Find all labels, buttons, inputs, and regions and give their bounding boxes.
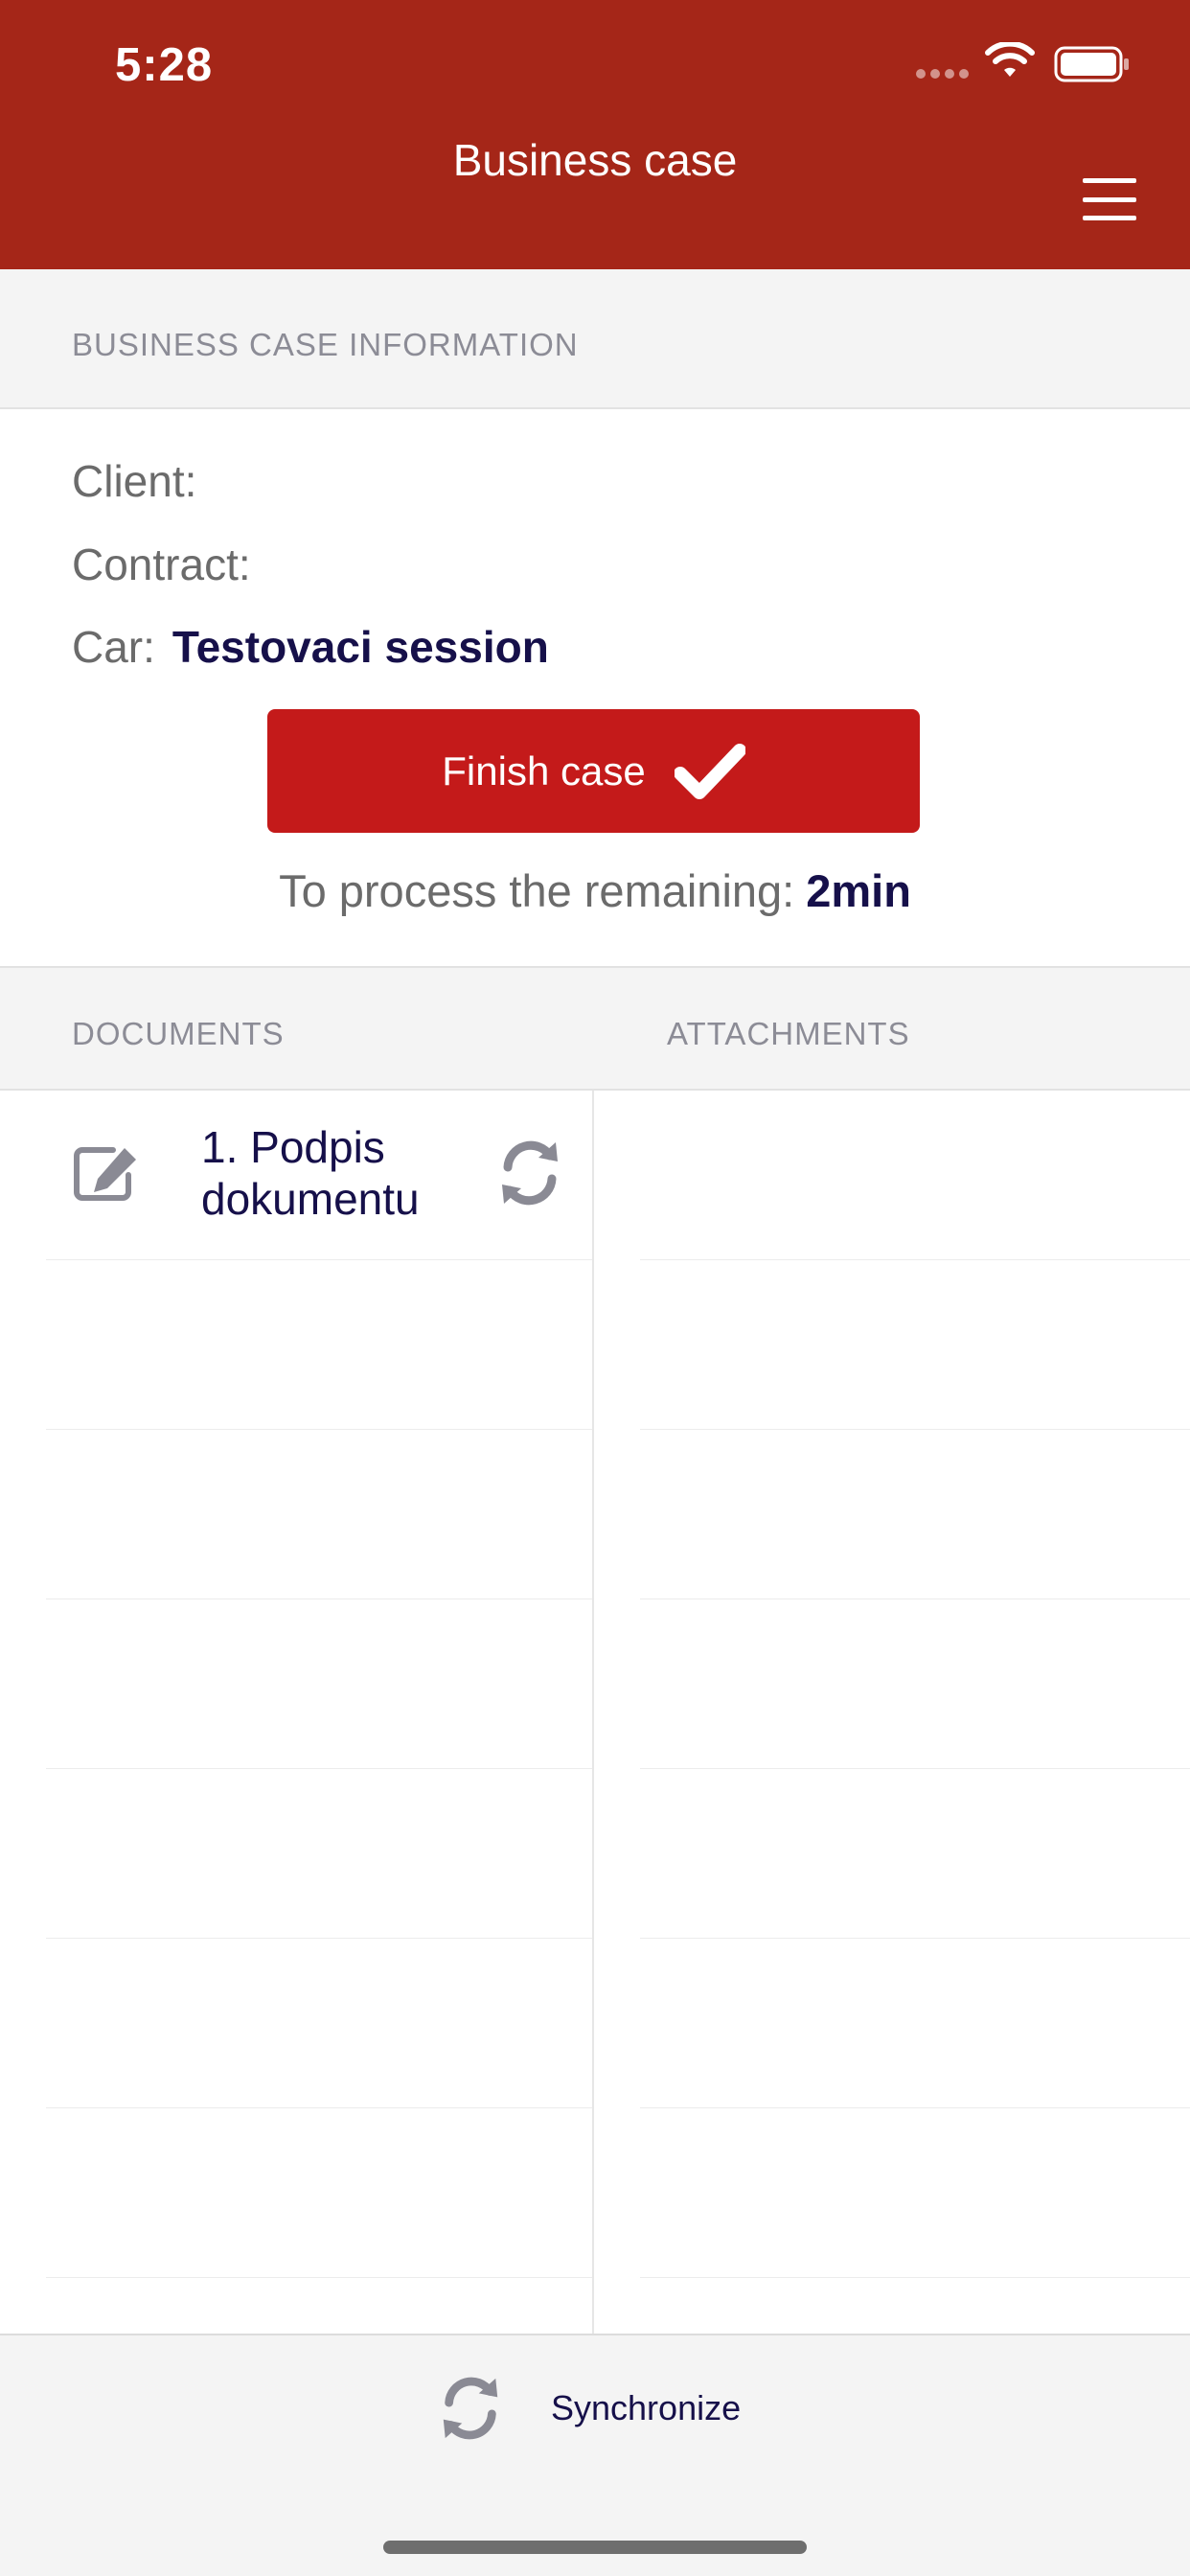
- finish-case-label: Finish case: [442, 748, 646, 794]
- synchronize-label: Synchronize: [551, 2388, 742, 2427]
- contract-label: Contract:: [72, 540, 251, 589]
- cellular-signal-icon: [916, 69, 969, 79]
- wifi-icon: [985, 42, 1035, 77]
- sync-icon[interactable]: [494, 1137, 565, 1209]
- page-title: Business case: [452, 135, 738, 185]
- documents-row-separator: [46, 2277, 592, 2278]
- attachments-row-separator: [640, 2277, 1190, 2278]
- finish-case-button[interactable]: Finish case: [267, 709, 920, 833]
- documents-row-separator: [46, 1429, 592, 1430]
- battery-icon: [1054, 46, 1129, 82]
- car-row: Car: Testovaci session: [72, 621, 549, 673]
- documents-row-separator: [46, 1768, 592, 1769]
- documents-row-separator: [46, 1938, 592, 1939]
- info-section-heading: BUSINESS CASE INFORMATION: [72, 327, 579, 362]
- car-value: Testovaci session: [172, 622, 549, 672]
- documents-row-separator: [46, 1598, 592, 1599]
- contract-row: Contract:: [72, 539, 268, 590]
- documents-heading: DOCUMENTS: [72, 1016, 285, 1051]
- documents-row-separator: [46, 2107, 592, 2108]
- sync-icon: [443, 2377, 498, 2440]
- synchronize-button[interactable]: Synchronize: [436, 2370, 741, 2447]
- checkmark-icon: [674, 743, 745, 799]
- attachments-row-separator: [640, 1768, 1190, 1769]
- remaining-time: To process the remaining: 2min: [0, 864, 1190, 917]
- footer-bar: Synchronize: [0, 2334, 1190, 2576]
- attachments-heading: ATTACHMENTS: [667, 1016, 910, 1051]
- column-divider: [592, 1091, 594, 2334]
- attachments-row-separator: [640, 1938, 1190, 1939]
- app-header: 5:28 Business case: [0, 0, 1190, 269]
- hamburger-menu-icon[interactable]: [1073, 174, 1146, 224]
- car-label: Car:: [72, 622, 155, 672]
- info-section-header: BUSINESS CASE INFORMATION: [0, 269, 1190, 409]
- remaining-value: 2min: [806, 865, 911, 916]
- document-list-item[interactable]: 1. Podpis dokumentu: [46, 1091, 592, 1259]
- attachments-row-separator: [640, 1598, 1190, 1599]
- client-label: Client:: [72, 456, 197, 506]
- attachments-row-separator: [640, 1259, 1190, 1260]
- client-row: Client:: [72, 455, 214, 507]
- remaining-label: To process the remaining:: [279, 865, 795, 916]
- document-title: 1. Podpis dokumentu: [201, 1122, 420, 1224]
- documents-row-separator: [46, 1259, 592, 1260]
- edit-icon[interactable]: [71, 1142, 142, 1204]
- home-indicator: [383, 2541, 807, 2554]
- attachments-row-separator: [640, 1429, 1190, 1430]
- attachments-row-separator: [640, 2107, 1190, 2108]
- status-time: 5:28: [115, 39, 214, 91]
- lists-header: DOCUMENTS ATTACHMENTS: [0, 966, 1190, 1091]
